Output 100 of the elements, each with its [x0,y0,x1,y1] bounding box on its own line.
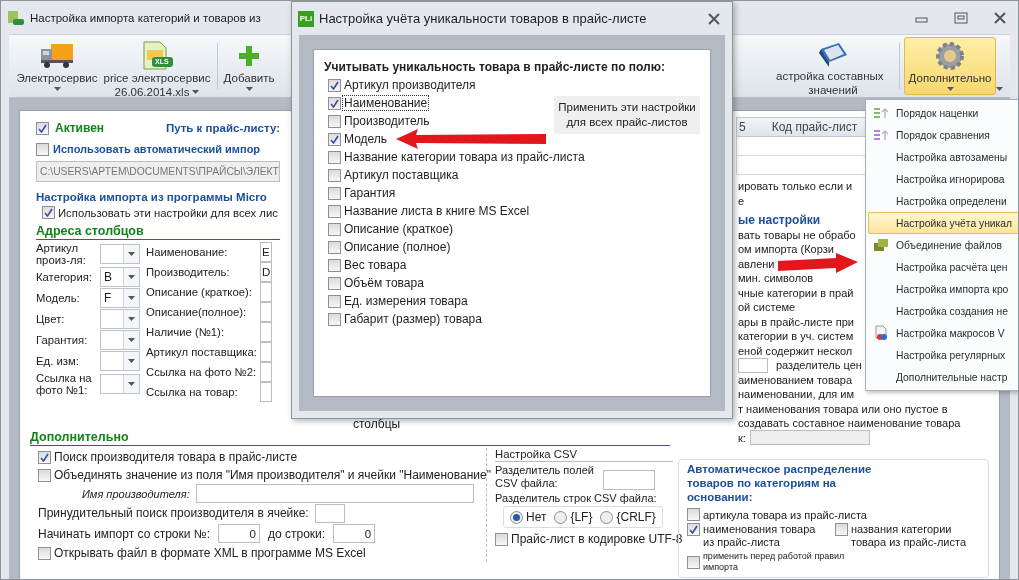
field-label: к: [738,431,746,444]
dropdown-field[interactable] [100,351,140,371]
options-heading: Учитывать уникальность товара в прайс-листе по полю: [324,60,666,74]
checkbox[interactable] [328,78,341,92]
menu-item[interactable]: Объединение файлов [868,234,1018,256]
checkbox[interactable] [328,276,341,290]
checkbox[interactable] [38,450,51,464]
checkbox[interactable] [328,114,341,128]
section-title: Адреса столбцов [36,224,280,240]
checkbox[interactable] [687,508,700,521]
field-label: Ссылка на товар: [146,386,239,398]
option-text: авлени [738,257,775,270]
checkbox-label: Поиск производителя товара в прайс-листе [54,450,298,464]
option-text: ом импорта (Корзи [738,243,834,256]
column-header: Код прайс-лист [771,120,858,134]
radio-button[interactable] [554,510,568,524]
menu-item[interactable]: Настройка автозамены [868,146,1018,168]
checkbox[interactable] [328,240,341,254]
option-text: ары в прайс-листе при [738,315,854,328]
text-field[interactable] [260,282,272,302]
field-label: Наличие (№1): [146,326,226,338]
field-label: Описание (краткое): [146,286,253,298]
toolbar-button[interactable]: астройка составных значений [771,37,895,95]
caret-icon [53,87,61,91]
radio-button[interactable] [600,510,614,524]
menu-item[interactable]: Порядок сравнения [868,124,1018,146]
caption: столбцы [353,419,401,429]
text-field[interactable] [260,322,272,342]
text-field[interactable] [738,357,768,373]
text-field[interactable] [195,484,474,503]
text-field[interactable] [260,382,272,402]
document-icon [873,325,889,341]
checkbox[interactable] [328,312,341,326]
toolbar-button[interactable]: Дополнительно [904,37,996,95]
close-icon[interactable] [706,12,722,25]
menu-item[interactable]: Дополнительные настр [868,366,1018,388]
checkbox[interactable] [36,142,49,156]
dropdown-field[interactable] [100,309,140,329]
field-label: Описание(полное): [146,306,248,318]
checkbox[interactable] [328,222,341,236]
close-icon[interactable] [992,11,1008,24]
checkbox[interactable] [38,546,51,560]
path-field[interactable]: C:\USERS\АРТЕМ\DOCUMENTS\ПРАЙСЫ\ЭЛЕКТ [36,161,280,182]
dropdown-field[interactable]: F [100,288,140,308]
menu-item[interactable]: Порядок наценки [868,102,1018,124]
radio-button[interactable] [510,510,523,524]
checkbox[interactable] [328,258,341,272]
field-label: Цвет: [36,313,66,325]
checkbox-label: Артикул производителя [343,78,477,92]
checkbox[interactable] [328,150,341,164]
toolbar-button[interactable]: Добавить [222,37,276,95]
checkbox[interactable] [687,555,700,569]
dropdown-field[interactable] [100,330,140,350]
text-field[interactable]: 0 [333,524,376,543]
text-field[interactable] [603,470,655,490]
checkbox[interactable] [328,168,341,182]
truck-icon [40,42,74,70]
checkbox[interactable] [328,96,341,110]
checkbox[interactable] [835,523,848,536]
checkbox[interactable] [328,204,341,218]
dropdown-field[interactable]: B [100,267,140,287]
menu-item[interactable]: Настройка учёта уникал [868,212,1018,234]
dropdown-field[interactable] [100,374,140,394]
checkbox[interactable] [495,532,508,546]
text-field[interactable] [260,362,272,382]
menu-item[interactable]: Настройка макросов V [868,322,1018,344]
checkbox[interactable] [687,523,700,536]
checkbox-label: артикула товара из прайс-листа [703,508,867,521]
maximize-icon[interactable] [953,11,969,24]
checkbox-label: Использовать эти настройки для всех лис [58,206,278,219]
checkbox[interactable] [38,468,51,482]
menu-item[interactable]: Настройка игнорирова [868,168,1018,190]
apply-button[interactable]: Применить эти настройки для всех прайс-листов [554,96,700,134]
field-label: Производитель: [146,266,231,278]
option-text: вать товары не обрабо [738,228,856,241]
column-header: 5 [739,120,746,134]
checkbox[interactable] [328,132,341,146]
toolbar-button[interactable]: Электросервис [13,37,101,95]
menu-item[interactable]: Настройка определени [868,190,1018,212]
menu-item[interactable]: Настройка создания не [868,300,1018,322]
checkbox[interactable] [36,121,49,135]
menu-item[interactable]: Настройка регулярных [868,344,1018,366]
text-field[interactable] [749,430,870,446]
text-field[interactable]: D [260,262,272,282]
group-title: Настройка импорта из программы Micro [36,191,268,203]
text-field[interactable] [260,342,272,362]
checkbox-label: названия категории товара из прайс-листа [851,523,967,549]
checkbox[interactable] [328,186,341,200]
menu-item[interactable]: Настройка импорта кро [868,278,1018,300]
text-field[interactable] [260,302,272,322]
text-field[interactable]: 0 [218,524,260,543]
menu-item[interactable]: Настройка расчёта цен [868,256,1018,278]
checkbox[interactable] [328,294,341,308]
field-label: Категория: [36,271,93,283]
text-field[interactable] [314,503,345,523]
dropdown-field[interactable] [100,244,140,264]
boxes-icon [873,238,889,252]
checkbox-label: Объединять значение из поля "Имя производителя" и ячейки "Наименование" [54,468,491,482]
text-field[interactable]: E [260,242,272,262]
checkbox[interactable] [42,206,55,219]
